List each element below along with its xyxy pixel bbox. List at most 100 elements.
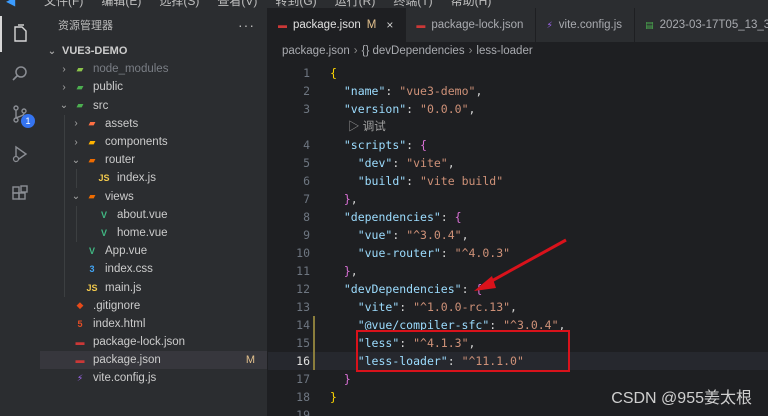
code-token: }	[343, 372, 351, 386]
menu-item[interactable]: 终端(T)	[393, 0, 432, 8]
code-line: 10 "vue-router": "^4.0.3"	[268, 244, 768, 262]
menu-item[interactable]: 编辑(E)	[101, 0, 141, 8]
workspace-root[interactable]: ⌄ VUE3-DEMO	[40, 42, 267, 60]
line-number: 1	[303, 66, 310, 80]
line-number: 17	[296, 372, 310, 386]
explorer-icon[interactable]	[0, 16, 40, 52]
tree-item[interactable]: 5 index.html	[40, 315, 267, 333]
tree-item[interactable]: ⌄ ▰ src	[40, 97, 267, 115]
indent-guide	[64, 205, 65, 224]
line-number: 2	[303, 84, 310, 98]
tree-item-label: package.json	[93, 354, 161, 367]
menu-bar: ◀ 文件(F) 编辑(E) 选择(S) 查看(V) 转到(G) 运行(R) 终端(T) 帮助(…	[0, 0, 768, 8]
chevron-down-icon: ⌄	[47, 45, 57, 57]
indent-guide	[76, 223, 77, 243]
menu-item[interactable]: 转到(G)	[275, 0, 316, 8]
code-line: 5 "dev": "vite",	[268, 154, 768, 172]
code-line: 1{	[268, 64, 768, 82]
breadcrumb-object[interactable]: {} devDependencies	[362, 45, 465, 57]
breadcrumb-file[interactable]: package.json	[282, 45, 350, 57]
modified-badge: M	[245, 354, 255, 367]
tree-item[interactable]: V App.vue	[40, 242, 267, 261]
tree-item[interactable]: › ▰ public	[40, 78, 267, 96]
tab-vite-config-js[interactable]: ⚡ vite.config.js	[536, 8, 636, 42]
tree-item[interactable]: Vhome.vue	[40, 223, 267, 243]
folder-node-icon: ▰	[76, 63, 84, 74]
file-icon: ▤	[645, 19, 654, 30]
tree-item[interactable]: JS main.js	[40, 278, 267, 297]
tree-item[interactable]: ⚡ vite.config.js	[40, 369, 267, 387]
close-icon[interactable]: ×	[386, 18, 393, 32]
tree-item[interactable]: Vabout.vue	[40, 205, 267, 224]
code-text: "name": "vue3-demo",	[330, 82, 483, 100]
folder-public-icon: ▰	[76, 81, 84, 92]
tree-item[interactable]: › ▰ assets	[40, 114, 267, 133]
breadcrumb-separator: ›	[353, 45, 358, 57]
tree-item-label: index.js	[117, 172, 156, 185]
chevron-down-icon: ⌄	[59, 100, 69, 112]
extensions-icon[interactable]	[0, 176, 40, 212]
tree-item-label: .gitignore	[93, 299, 141, 312]
indent-guide	[76, 205, 77, 224]
tree-item[interactable]: › ▰ node_modules	[40, 60, 267, 78]
tab-label: package.json	[293, 19, 361, 31]
tree-item-label: public	[93, 81, 124, 94]
tab-label: vite.config.js	[558, 19, 623, 31]
tree-item[interactable]: ▬ package.json M	[40, 351, 267, 370]
codelens-label[interactable]: ▷ 调试	[348, 118, 386, 136]
code-token: :	[440, 246, 455, 260]
more-actions-icon[interactable]: ···	[238, 17, 255, 33]
indent-guide	[64, 278, 65, 297]
menu-item[interactable]: 选择(S)	[159, 0, 199, 8]
line-number: 7	[303, 192, 310, 206]
code-token: :	[392, 156, 407, 170]
tree-item-label: node_modules	[93, 63, 169, 76]
tree-item-label: assets	[105, 117, 139, 130]
editor-tabs: ▬ package.json M × ▬ package-lock.json ⚡ vite.c…	[268, 8, 768, 42]
breadcrumb-separator: ›	[468, 45, 473, 57]
tab-package-lock-json[interactable]: ▬ package-lock.json	[406, 8, 537, 42]
tree-item[interactable]: JS index.js	[40, 169, 267, 188]
tree-item[interactable]: ▬ package-lock.json	[40, 333, 267, 351]
menu-item[interactable]: 查看(V)	[217, 0, 257, 8]
line-number: 10	[296, 246, 310, 260]
tree-item[interactable]: › ▰ components	[40, 132, 267, 152]
line-number: 9	[303, 228, 310, 242]
tab-2023-03-17t05-13-3[interactable]: ▤ 2023-03-17T05_13_3	[635, 8, 768, 42]
tree-item[interactable]: ⌄ ▰ views	[40, 187, 267, 206]
run-debug-icon[interactable]	[0, 136, 40, 172]
menu-item[interactable]: 运行(R)	[335, 0, 376, 8]
breadcrumb-key[interactable]: less-loader	[476, 45, 532, 57]
line-number: 13	[296, 300, 310, 314]
code-text: }	[330, 370, 351, 388]
tab-label: 2023-03-17T05_13_3	[659, 19, 768, 31]
tab-package-json[interactable]: ▬ package.json M ×	[268, 8, 407, 42]
menu-item[interactable]: 帮助(H)	[451, 0, 492, 8]
source-control-icon[interactable]: 1	[0, 96, 40, 132]
code-text: },	[330, 190, 358, 208]
codelens-debug[interactable]: ▷ 调试	[268, 118, 768, 136]
menu-items: 文件(F) 编辑(E) 选择(S) 查看(V) 转到(G) 运行(R) 终端(T) 帮助(H)	[44, 0, 491, 8]
menu-item[interactable]: 文件(F)	[44, 0, 83, 8]
code-line: 7 },	[268, 190, 768, 208]
vite-icon: ⚡	[546, 19, 553, 30]
tree-item-label: home.vue	[117, 226, 168, 239]
tree-item[interactable]: ⌄ ▰ router	[40, 151, 267, 170]
chevron-down-icon: ⌄	[71, 191, 81, 203]
code-token: {	[475, 282, 483, 296]
code-token: "vue"	[357, 228, 393, 242]
code-token: :	[440, 210, 455, 224]
search-icon[interactable]	[0, 56, 40, 92]
folder-components-icon: ▰	[88, 136, 96, 147]
modified-badge: M	[366, 19, 377, 31]
git-change-marker	[313, 334, 315, 352]
tree-item[interactable]: 3 index.css	[40, 260, 267, 279]
tree-item[interactable]: ◆ .gitignore	[40, 297, 267, 315]
line-number: 14	[296, 318, 310, 332]
line-number: 6	[303, 174, 310, 188]
